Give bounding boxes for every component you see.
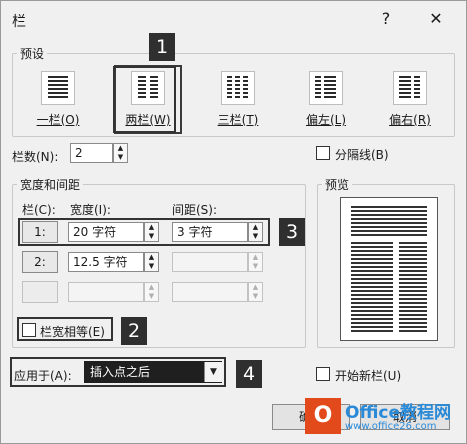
- preset-one-column[interactable]: 一栏(O): [30, 71, 86, 128]
- highlight-apply-to: [10, 357, 226, 387]
- spin-down-icon[interactable]: ▼: [114, 153, 127, 162]
- watermark-text: Office教程网: [345, 403, 452, 423]
- preset-label: 偏左(L): [305, 113, 347, 127]
- column-3-width-input: [68, 282, 144, 302]
- highlight-two-columns: [113, 66, 176, 133]
- preset-label: 偏右(R): [389, 113, 431, 127]
- preset-left[interactable]: 偏左(L): [298, 71, 354, 128]
- column-3-button: [22, 281, 58, 303]
- badge-4: 4: [236, 360, 262, 388]
- presets-legend: 预设: [20, 47, 45, 61]
- help-button[interactable]: ?: [372, 8, 400, 30]
- column-2-width-spinner[interactable]: ▲ ▼: [144, 252, 159, 272]
- highlight-equal-width: [17, 317, 113, 341]
- spin-up-icon[interactable]: ▲: [114, 144, 127, 153]
- spacing-header: 间距(S):: [172, 203, 218, 217]
- spin-up-icon: ▲: [148, 283, 155, 291]
- separator-label: 分隔线(B): [335, 148, 389, 162]
- spin-down-icon: ▼: [148, 292, 155, 300]
- column-2-spacing-spinner: ▲ ▼: [248, 252, 263, 272]
- start-new-column-checkbox[interactable]: [316, 367, 330, 381]
- column-3-spacing-spinner: ▲ ▼: [248, 282, 263, 302]
- preset-label: 一栏(O): [36, 113, 80, 127]
- separator-checkbox[interactable]: [316, 146, 330, 160]
- preview-legend: 预览: [325, 178, 350, 192]
- preset-right[interactable]: 偏右(R): [382, 71, 438, 128]
- watermark-url: www.office26.com: [345, 421, 437, 432]
- preview-page: [340, 197, 438, 341]
- badge-3: 3: [279, 218, 305, 246]
- column-2-button[interactable]: 2:: [22, 251, 58, 273]
- left-column-icon: [309, 71, 343, 105]
- three-columns-icon: [221, 71, 255, 105]
- width-header: 宽度(I):: [70, 203, 111, 217]
- column-3-width-spinner: ▲ ▼: [144, 282, 159, 302]
- start-new-column-label: 开始新栏(U): [335, 369, 402, 383]
- badge-2: 2: [121, 317, 147, 345]
- one-column-icon: [41, 71, 75, 105]
- column-2-spacing-input: [172, 252, 248, 272]
- spin-up-icon: ▲: [252, 283, 259, 291]
- right-column-icon: [393, 71, 427, 105]
- preset-three-columns[interactable]: 三栏(T): [210, 71, 266, 128]
- num-columns-spinner[interactable]: ▲ ▼: [113, 143, 128, 163]
- num-columns-label: 栏数(N):: [12, 150, 59, 164]
- col-header: 栏(C):: [22, 203, 56, 217]
- column-3-spacing-input: [172, 282, 248, 302]
- dialog-title: 栏: [12, 14, 26, 30]
- badge-1: 1: [149, 33, 175, 61]
- office-logo-icon: O: [305, 398, 341, 434]
- column-2-width-input[interactable]: 12.5 字符: [68, 252, 144, 272]
- close-button[interactable]: ✕: [422, 8, 450, 30]
- spin-down-icon[interactable]: ▼: [145, 262, 158, 271]
- spin-down-icon: ▼: [252, 292, 259, 300]
- preset-label: 三栏(T): [217, 113, 259, 127]
- spin-up-icon: ▲: [252, 253, 259, 261]
- highlight-row-1: [18, 218, 270, 246]
- spin-up-icon[interactable]: ▲: [145, 253, 158, 262]
- width-spacing-legend: 宽度和间距: [20, 178, 81, 192]
- num-columns-input[interactable]: 2: [70, 143, 113, 163]
- spin-down-icon: ▼: [252, 262, 259, 270]
